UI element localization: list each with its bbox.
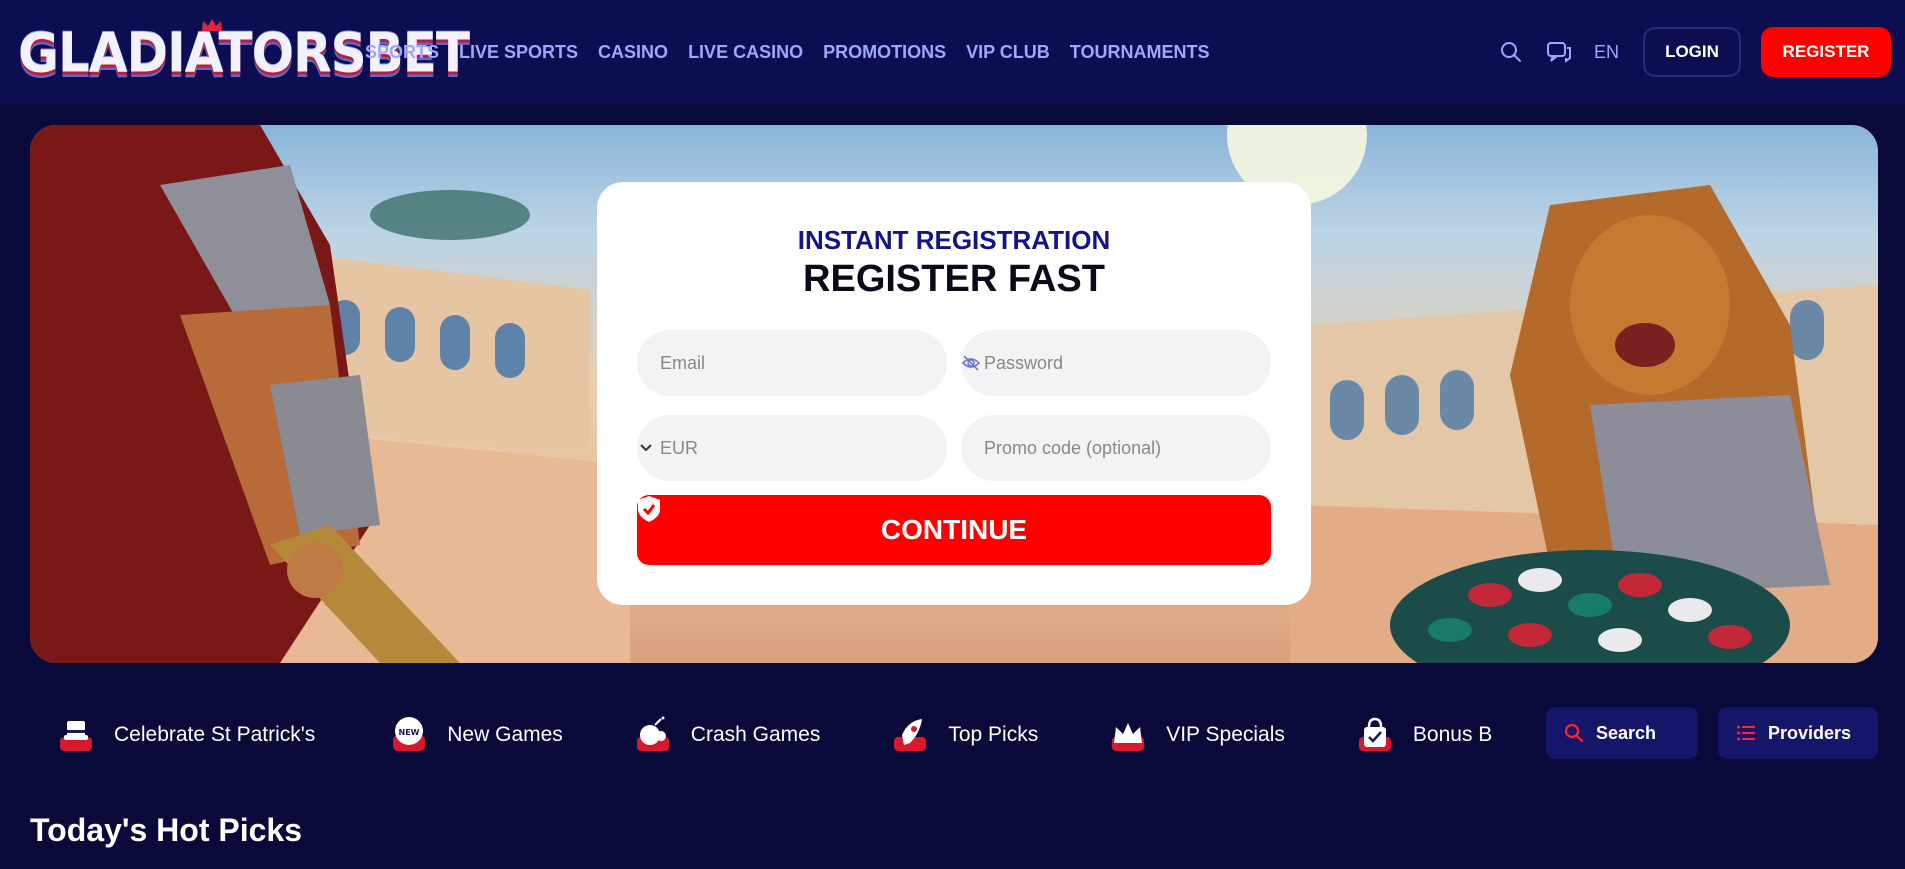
currency-select[interactable]: EUR — [637, 415, 947, 481]
category-label: VIP Specials — [1166, 723, 1285, 746]
registration-card: INSTANT REGISTRATION REGISTER FAST Email… — [597, 182, 1311, 605]
category-label: Celebrate St Patrick's — [114, 723, 316, 746]
game-search-button[interactable]: Search — [1546, 707, 1698, 759]
nav-vip-club[interactable]: VIP CLUB — [966, 42, 1050, 63]
promo-placeholder: Promo code (optional) — [984, 437, 1162, 458]
providers-label: Providers — [1768, 722, 1852, 743]
nav-live-casino[interactable]: LIVE CASINO — [688, 42, 803, 63]
continue-label: CONTINUE — [880, 514, 1028, 545]
email-field[interactable]: Email — [637, 330, 947, 396]
category-label: New Games — [447, 723, 563, 746]
password-field[interactable]: Password — [961, 330, 1271, 396]
nav-casino[interactable]: CASINO — [598, 42, 668, 63]
crown-icon — [202, 19, 222, 31]
svg-text:NEW: NEW — [399, 728, 420, 737]
email-placeholder: Email — [660, 352, 706, 373]
category-list: Celebrate St Patrick's NEW New Games Cra… — [56, 705, 1492, 765]
header-actions: EN LOGIN REGISTER — [1498, 0, 1891, 104]
category-crash-games[interactable]: Crash Games — [633, 715, 821, 755]
nav-live-sports[interactable]: LIVE SPORTS — [459, 42, 578, 63]
shopping-bag-icon — [1358, 717, 1391, 751]
nav-tournaments[interactable]: TOURNAMENTS — [1070, 42, 1210, 63]
hero-banner: INSTANT REGISTRATION REGISTER FAST Email… — [30, 125, 1878, 663]
registration-subtitle: INSTANT REGISTRATION — [797, 225, 1111, 255]
hot-picks-title: Today's Hot Picks — [30, 812, 302, 848]
hat-icon — [60, 721, 92, 751]
category-label: Top Picks — [948, 723, 1039, 746]
category-label: Bonus B — [1412, 723, 1493, 746]
search-label: Search — [1596, 722, 1657, 743]
search-icon — [1564, 723, 1584, 743]
promo-code-field[interactable]: Promo code (optional) — [961, 415, 1271, 481]
list-icon — [1737, 725, 1755, 741]
category-new-games[interactable]: NEW New Games — [389, 715, 563, 755]
eye-off-icon[interactable] — [961, 353, 981, 373]
shield-check-icon — [638, 496, 660, 522]
chat-icon[interactable] — [1546, 39, 1572, 65]
category-top-picks[interactable]: Top Picks — [890, 715, 1038, 755]
brand-logo[interactable]: GLADIATORSBET — [18, 18, 470, 88]
category-st-patricks[interactable]: Celebrate St Patrick's — [56, 715, 315, 755]
top-header: GLADIATORSBET SPORTS LIVE SPORTS CASINO … — [0, 0, 1905, 104]
register-button[interactable]: REGISTER — [1761, 27, 1891, 77]
category-label: Crash Games — [690, 723, 821, 746]
category-vip-specials[interactable]: VIP Specials — [1108, 715, 1285, 755]
rocket-icon — [894, 719, 927, 751]
bomb-icon — [636, 716, 669, 751]
category-bonus-buy[interactable]: Bonus B — [1355, 715, 1492, 755]
continue-button[interactable]: CONTINUE — [637, 495, 1271, 565]
language-selector[interactable]: EN — [1594, 42, 1619, 63]
nav-sports[interactable]: SPORTS — [365, 42, 439, 63]
main-nav: SPORTS LIVE SPORTS CASINO LIVE CASINO PR… — [365, 0, 1209, 104]
currency-value: EUR — [660, 437, 699, 458]
new-badge-icon: NEW — [393, 717, 426, 751]
password-placeholder: Password — [984, 352, 1064, 373]
crown-icon — [1112, 723, 1145, 751]
providers-button[interactable]: Providers — [1718, 707, 1878, 759]
login-button[interactable]: LOGIN — [1643, 27, 1741, 77]
search-icon[interactable] — [1498, 39, 1524, 65]
registration-title: REGISTER FAST — [803, 258, 1105, 300]
category-scroller: Celebrate St Patrick's NEW New Games Cra… — [0, 705, 1510, 765]
chevron-down-icon — [640, 444, 652, 452]
nav-promotions[interactable]: PROMOTIONS — [823, 42, 946, 63]
